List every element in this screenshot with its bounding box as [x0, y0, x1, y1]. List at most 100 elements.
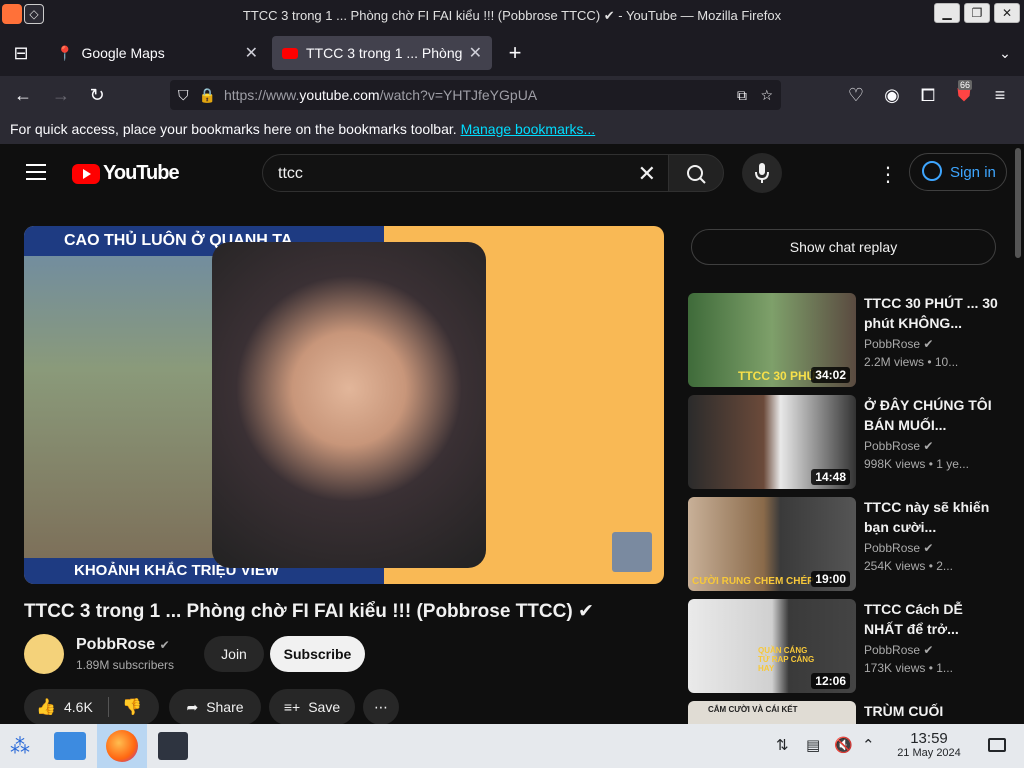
- subscribe-button[interactable]: Subscribe: [270, 636, 365, 672]
- duration-badge: 14:48: [811, 469, 850, 485]
- back-icon[interactable]: ←: [12, 84, 34, 106]
- share-icon: ➦: [186, 698, 199, 715]
- streamer-webcam: [212, 242, 486, 568]
- show-desktop-icon[interactable]: [988, 738, 1006, 752]
- picture-in-picture-icon[interactable]: ⧉: [737, 87, 747, 104]
- clock[interactable]: 13:59 21 May 2024: [884, 730, 974, 759]
- thumbs-up-icon[interactable]: 👍: [36, 697, 56, 717]
- recommended-video[interactable]: 14:48 Ở ĐÂY CHÚNG TÔI BÁN MUỐI... PobbRo…: [688, 395, 1008, 489]
- taskbar: ⁂ ⇅ ▤ 🔇 ⌃ 13:59 21 May 2024: [0, 724, 1024, 768]
- new-tab-icon[interactable]: +: [504, 40, 526, 65]
- recommended-video[interactable]: TTCC 30 PHÚT 34:02 TTCC 30 PHÚT ... 30 p…: [688, 293, 1008, 387]
- app-launcher-icon[interactable]: ⁂: [10, 734, 30, 759]
- lock-icon[interactable]: 🔒: [199, 87, 216, 104]
- sign-in-button[interactable]: Sign in: [909, 153, 1007, 191]
- nav-bar: ← → ↻ ⛉ 🔒 https://www.youtube.com/watch?…: [0, 76, 1024, 114]
- recommended-video[interactable]: CẮM CƯỜI VÀ CÁI KẾT TRÙM CUỐI: [688, 701, 1008, 724]
- bookmark-star-icon[interactable]: ☆: [760, 87, 773, 104]
- like-count[interactable]: 4.6K: [64, 699, 93, 715]
- channel-watermark-icon[interactable]: [612, 532, 652, 572]
- account-icon[interactable]: ◉: [881, 84, 903, 106]
- add-to-playlist-icon: ≡+: [283, 699, 301, 715]
- more-options-icon[interactable]: ⋮: [878, 162, 898, 187]
- search-input[interactable]: ttcc ✕: [262, 154, 669, 192]
- microphone-icon: [755, 163, 769, 183]
- video-thumbnail[interactable]: TTCC 30 PHÚT 34:02: [688, 293, 856, 387]
- recommended-title[interactable]: TTCC này sẽ khiến bạn cười...: [864, 497, 1004, 537]
- recommended-title[interactable]: TTCC 30 PHÚT ... 30 phút KHÔNG...: [864, 293, 1004, 333]
- channel-avatar[interactable]: [24, 634, 64, 674]
- video-thumbnail[interactable]: 14:48: [688, 395, 856, 489]
- clipboard-icon[interactable]: ▤: [806, 736, 820, 754]
- tab-google-maps[interactable]: 📍 Google Maps ✕: [46, 36, 268, 70]
- minimize-button[interactable]: ▁: [934, 3, 960, 23]
- tab-bar: ⊟ 📍 Google Maps ✕ TTCC 3 trong 1 ... Phò…: [0, 30, 1024, 76]
- channel-name[interactable]: PobbRose ✔: [76, 636, 170, 654]
- recommended-channel[interactable]: PobbRose ✔: [864, 439, 933, 453]
- chevron-up-icon[interactable]: ⌃: [862, 736, 875, 754]
- firefox-taskbar-item[interactable]: [97, 724, 147, 768]
- network-icon[interactable]: ⇅: [776, 736, 789, 754]
- video-thumbnail[interactable]: CẮM CƯỜI VÀ CÁI KẾT: [688, 701, 856, 724]
- verified-icon: ✔: [923, 643, 934, 657]
- share-button[interactable]: ➦ Share: [169, 689, 261, 725]
- thumbs-down-icon[interactable]: 👎: [122, 697, 142, 717]
- recommended-channel[interactable]: PobbRose ✔: [864, 643, 933, 657]
- url-bar[interactable]: ⛉ 🔒 https://www.youtube.com/watch?v=YHTJ…: [170, 80, 781, 110]
- clear-search-icon[interactable]: ✕: [638, 161, 656, 187]
- tab-list-icon[interactable]: ⊟: [10, 42, 32, 64]
- more-actions-icon[interactable]: ⋯: [363, 689, 399, 725]
- voice-search-button[interactable]: [742, 153, 782, 193]
- video-player[interactable]: CAO THỦ LUÔN Ở QUANH TA KHOẢNH KHẮC TRIỆ…: [24, 226, 664, 584]
- duration-badge: 19:00: [811, 571, 850, 587]
- tab-youtube[interactable]: TTCC 3 trong 1 ... Phòng ✕: [272, 36, 492, 70]
- youtube-play-logo-icon: [72, 163, 100, 184]
- recommended-channel[interactable]: PobbRose ✔: [864, 541, 933, 555]
- recommended-video[interactable]: CƯỜI RUNG CHEM CHÉP 19:00 TTCC này sẽ kh…: [688, 497, 1008, 591]
- url-text[interactable]: https://www.youtube.com/watch?v=YHTJfeYG…: [224, 87, 537, 103]
- maximize-button[interactable]: ❐: [964, 3, 990, 23]
- video-thumbnail[interactable]: QUẦN CÁNG TỬ RAP CÁNG HAY 12:06: [688, 599, 856, 693]
- maps-pin-icon: 📍: [56, 44, 74, 61]
- bookmarks-toolbar: For quick access, place your bookmarks h…: [0, 114, 1024, 144]
- shield-icon[interactable]: ⛉: [178, 87, 189, 104]
- hamburger-menu-icon[interactable]: [26, 164, 46, 180]
- recommended-meta: 2.2M views • 10...: [864, 355, 959, 369]
- menu-icon[interactable]: ≡: [989, 84, 1011, 106]
- forward-icon[interactable]: →: [50, 84, 72, 106]
- system-settings-icon[interactable]: [158, 732, 188, 760]
- close-tab-icon[interactable]: ✕: [469, 43, 482, 63]
- show-chat-replay-button[interactable]: Show chat replay: [691, 229, 996, 265]
- youtube-page: YouTube ttcc ✕ ⋮ Sign in CAO THỦ LUÔN Ở …: [0, 144, 1024, 725]
- chevron-down-icon[interactable]: ⌄: [994, 42, 1016, 64]
- recommended-meta: 254K views • 2...: [864, 559, 953, 573]
- recommended-title[interactable]: TRÙM CUỐI: [864, 701, 1004, 724]
- page-scrollbar[interactable]: [1015, 148, 1021, 258]
- pocket-icon[interactable]: ♡: [845, 84, 867, 106]
- search-button[interactable]: [668, 154, 724, 192]
- join-button[interactable]: Join: [204, 636, 264, 672]
- extension-badge: 66: [958, 80, 973, 90]
- subscriber-count: 1.89M subscribers: [76, 658, 175, 672]
- recommended-meta: 173K views • 1...: [864, 661, 953, 675]
- recommended-title[interactable]: TTCC Cách DỄ NHẤT để trở...: [864, 599, 1004, 639]
- search-icon: [687, 165, 706, 184]
- verified-icon: ✔: [159, 638, 170, 652]
- bookmarks-hint: For quick access, place your bookmarks h…: [10, 121, 457, 137]
- tab-label: Google Maps: [81, 45, 165, 61]
- duration-badge: 12:06: [811, 673, 850, 689]
- close-button[interactable]: ✕: [994, 3, 1020, 23]
- video-thumbnail[interactable]: CƯỜI RUNG CHEM CHÉP 19:00: [688, 497, 856, 591]
- save-button[interactable]: ≡+ Save: [269, 689, 355, 725]
- recommended-video[interactable]: QUẦN CÁNG TỬ RAP CÁNG HAY 12:06 TTCC Các…: [688, 599, 1008, 693]
- volume-muted-icon[interactable]: 🔇: [834, 736, 853, 754]
- manage-bookmarks-link[interactable]: Manage bookmarks...: [461, 121, 596, 137]
- reload-icon[interactable]: ↻: [86, 84, 108, 106]
- file-manager-icon[interactable]: [54, 732, 86, 760]
- recommended-channel[interactable]: PobbRose ✔: [864, 337, 933, 351]
- like-dislike-group: 👍 4.6K 👎: [24, 689, 159, 725]
- youtube-logo[interactable]: YouTube: [72, 162, 180, 185]
- close-tab-icon[interactable]: ✕: [245, 43, 258, 63]
- recommended-title[interactable]: Ở ĐÂY CHÚNG TÔI BÁN MUỐI...: [864, 395, 1004, 435]
- extensions-icon[interactable]: ⧠: [917, 84, 939, 106]
